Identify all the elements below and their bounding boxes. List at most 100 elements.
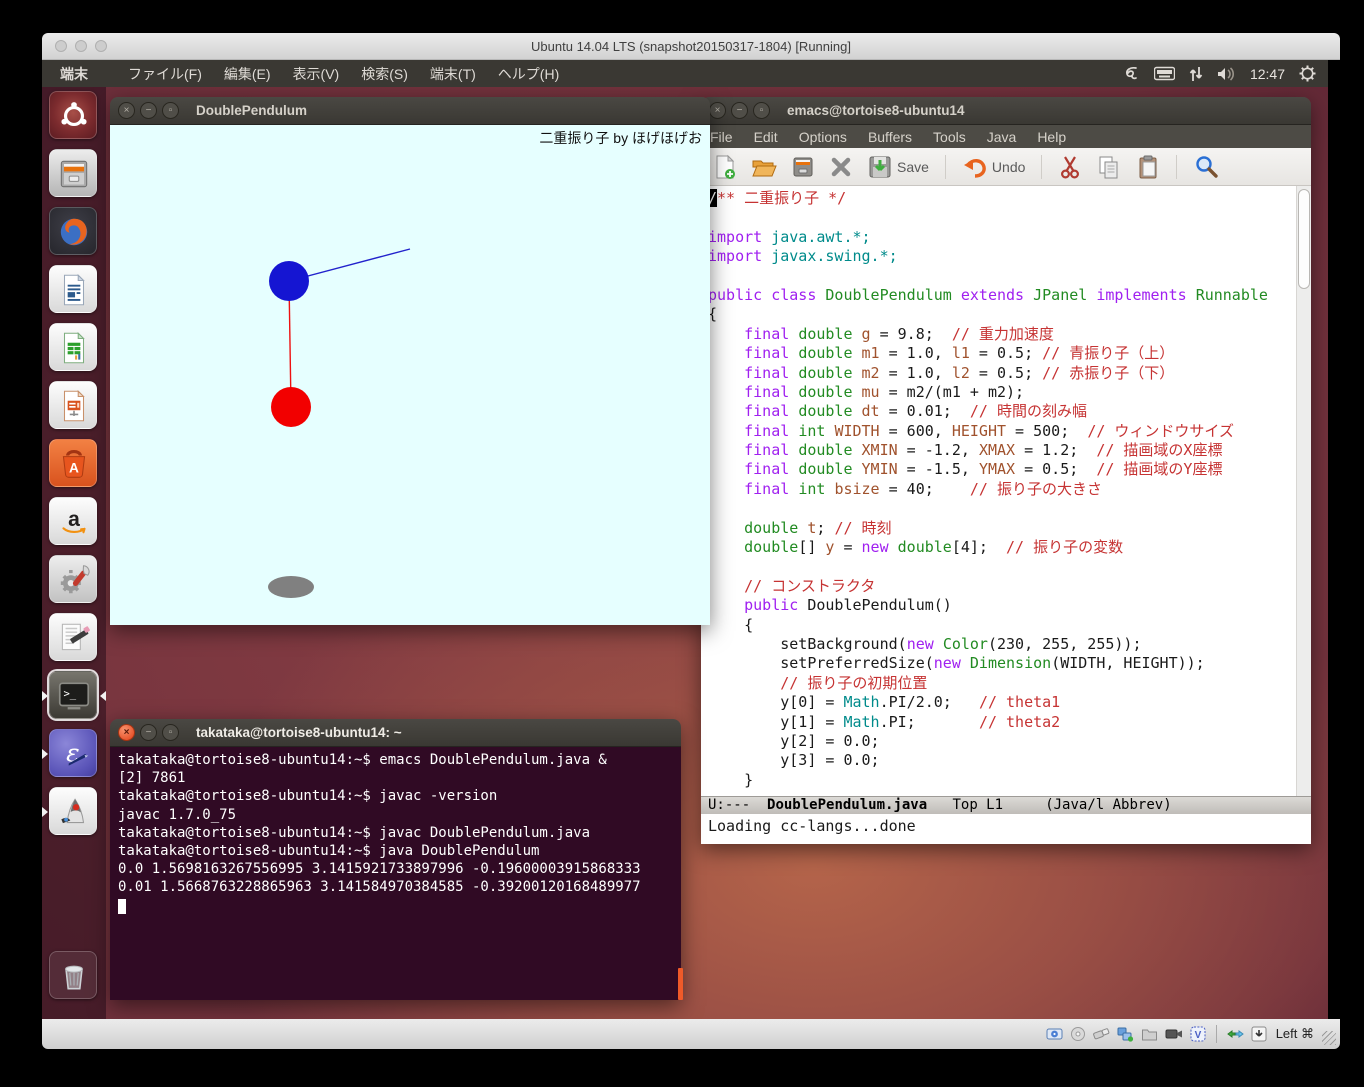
global-menu-item[interactable]: 端末(T) — [430, 64, 476, 84]
emacs-menu-file[interactable]: File — [710, 129, 733, 145]
minimize-icon[interactable]: − — [731, 102, 748, 119]
session-gear-icon[interactable] — [1299, 65, 1316, 82]
open-file-button[interactable] — [749, 153, 779, 181]
emacs-menu-buffers[interactable]: Buffers — [868, 129, 912, 145]
pendulum-shadow — [268, 576, 314, 598]
launcher-item-impress[interactable] — [49, 381, 97, 429]
pendulum-bob2-red — [271, 387, 311, 427]
cut-button[interactable] — [1056, 152, 1084, 182]
global-menus: ファイル(F) 編集(E) 表示(V) 検索(S) 端末(T) ヘルプ(H) — [128, 64, 559, 84]
host-key-label: Left ⌘ — [1276, 1026, 1314, 1042]
minimize-icon[interactable]: − — [140, 724, 157, 741]
emacs-titlebar[interactable]: × − ▫ emacs@tortoise8-ubuntu14 — [701, 97, 1311, 125]
pendulum-bob1-blue — [269, 261, 309, 301]
cd-icon[interactable] — [1070, 1026, 1086, 1042]
code-line: { — [708, 616, 1291, 635]
video-icon[interactable] — [1165, 1026, 1183, 1042]
input-method-icon[interactable] — [1123, 65, 1140, 82]
network-icon[interactable] — [1117, 1026, 1134, 1042]
maximize-icon[interactable]: ▫ — [753, 102, 770, 119]
launcher-item-emacs[interactable]: ε — [49, 729, 97, 777]
keyboard-capture-icon[interactable] — [1251, 1026, 1267, 1042]
save-icon — [867, 154, 893, 180]
volume-icon[interactable] — [1217, 66, 1236, 82]
global-menu-item[interactable]: ファイル(F) — [128, 64, 202, 84]
close-icon[interactable]: × — [118, 724, 135, 741]
close-icon[interactable]: × — [709, 102, 726, 119]
code-line: { — [708, 305, 1291, 324]
vbox-window-titlebar[interactable]: Ubuntu 14.04 LTS (snapshot20150317-1804)… — [42, 33, 1340, 60]
modeline-text: (Java/l Abbrev) — [1045, 797, 1171, 813]
maximize-icon[interactable]: ▫ — [162, 102, 179, 119]
launcher-item-writer[interactable] — [49, 265, 97, 313]
launcher-item-calc[interactable] — [49, 323, 97, 371]
launcher-item-files[interactable] — [49, 149, 97, 197]
code-line: import java.awt.*; — [708, 228, 1291, 247]
global-menu-item[interactable]: ヘルプ(H) — [498, 64, 559, 84]
emacs-scrollbar-thumb[interactable] — [1298, 189, 1310, 289]
launcher-item-gedit[interactable] — [49, 613, 97, 661]
code-line — [708, 208, 1291, 227]
search-button[interactable] — [1191, 152, 1221, 182]
code-line: double t; // 時刻 — [708, 519, 1291, 538]
usb-icon[interactable] — [1093, 1026, 1110, 1042]
launcher-item-trash[interactable] — [49, 951, 97, 999]
keyboard-icon[interactable] — [1154, 66, 1175, 81]
maximize-icon[interactable]: ▫ — [162, 724, 179, 741]
dired-button[interactable] — [789, 153, 817, 181]
resize-grip[interactable] — [1322, 1031, 1336, 1045]
java-icon — [55, 793, 93, 831]
mouse-integration-icon[interactable] — [1227, 1026, 1244, 1042]
close-buffer-button[interactable] — [827, 153, 855, 181]
emacs-text-area[interactable]: /** 二重振り子 */ import java.awt.*;import ja… — [701, 186, 1311, 796]
terminal-window-title: takataka@tortoise8-ubuntu14: ~ — [196, 725, 402, 740]
terminal-body[interactable]: takataka@tortoise8-ubuntu14:~$ emacs Dou… — [110, 747, 681, 1000]
impress-icon — [55, 387, 93, 425]
menubar-app-name[interactable]: 端末 — [60, 64, 88, 84]
svg-text:A: A — [69, 460, 79, 475]
paste-button[interactable] — [1134, 152, 1162, 182]
terminal-titlebar[interactable]: × − ▫ takataka@tortoise8-ubuntu14: ~ — [110, 719, 681, 747]
launcher-item-java[interactable] — [49, 787, 97, 835]
clock[interactable]: 12:47 — [1250, 66, 1285, 82]
network-arrows-icon[interactable] — [1189, 66, 1203, 82]
emacs-menu-edit[interactable]: Edit — [754, 129, 778, 145]
emacs-menu-tools[interactable]: Tools — [933, 129, 966, 145]
search-icon — [1193, 154, 1219, 180]
undo-button[interactable]: Undo — [960, 153, 1027, 181]
pendulum-titlebar[interactable]: × − ▫ DoublePendulum — [110, 97, 710, 125]
firefox-icon — [55, 213, 93, 251]
save-button[interactable]: Save — [865, 152, 931, 182]
launcher-item-software[interactable]: A — [49, 439, 97, 487]
launcher-row — [42, 145, 106, 203]
launcher-row: >_ — [42, 667, 106, 725]
copy-button[interactable] — [1094, 152, 1124, 182]
new-file-button[interactable] — [711, 152, 739, 182]
launcher-item-firefox[interactable] — [49, 207, 97, 255]
global-menu-item[interactable]: 表示(V) — [293, 64, 340, 84]
dash-icon — [55, 97, 93, 135]
emacs-scrollbar[interactable] — [1296, 186, 1311, 796]
emacs-menu-options[interactable]: Options — [799, 129, 847, 145]
folder-icon[interactable] — [1141, 1026, 1158, 1042]
vbox-badge-icon[interactable]: V — [1190, 1026, 1206, 1042]
terminal-overlay-scrollbar[interactable] — [678, 968, 683, 1000]
launcher-item-settings[interactable] — [49, 555, 97, 603]
undo-icon — [962, 155, 988, 179]
close-icon[interactable]: × — [118, 102, 135, 119]
global-menu-item[interactable]: 編集(E) — [224, 64, 271, 84]
code-line: final double m1 = 1.0, l1 = 0.5; // 青振り子… — [708, 344, 1291, 363]
minimize-icon[interactable]: − — [140, 102, 157, 119]
cut-icon — [1058, 154, 1082, 180]
code-line: final double XMIN = -1.2, XMAX = 1.2; //… — [708, 441, 1291, 460]
terminal-line: 0.0 1.5698163267556995 3.141592173389799… — [118, 860, 673, 878]
emacs-menu-help[interactable]: Help — [1037, 129, 1066, 145]
global-menu-item[interactable]: 検索(S) — [361, 64, 408, 84]
emacs-menu-java[interactable]: Java — [987, 129, 1017, 145]
writer-icon — [55, 271, 93, 309]
launcher-item-terminal[interactable]: >_ — [49, 671, 97, 719]
launcher-row — [42, 203, 106, 261]
launcher-item-dash[interactable] — [49, 91, 97, 139]
hdd-icon[interactable] — [1046, 1026, 1063, 1042]
launcher-item-amazon[interactable]: a — [49, 497, 97, 545]
